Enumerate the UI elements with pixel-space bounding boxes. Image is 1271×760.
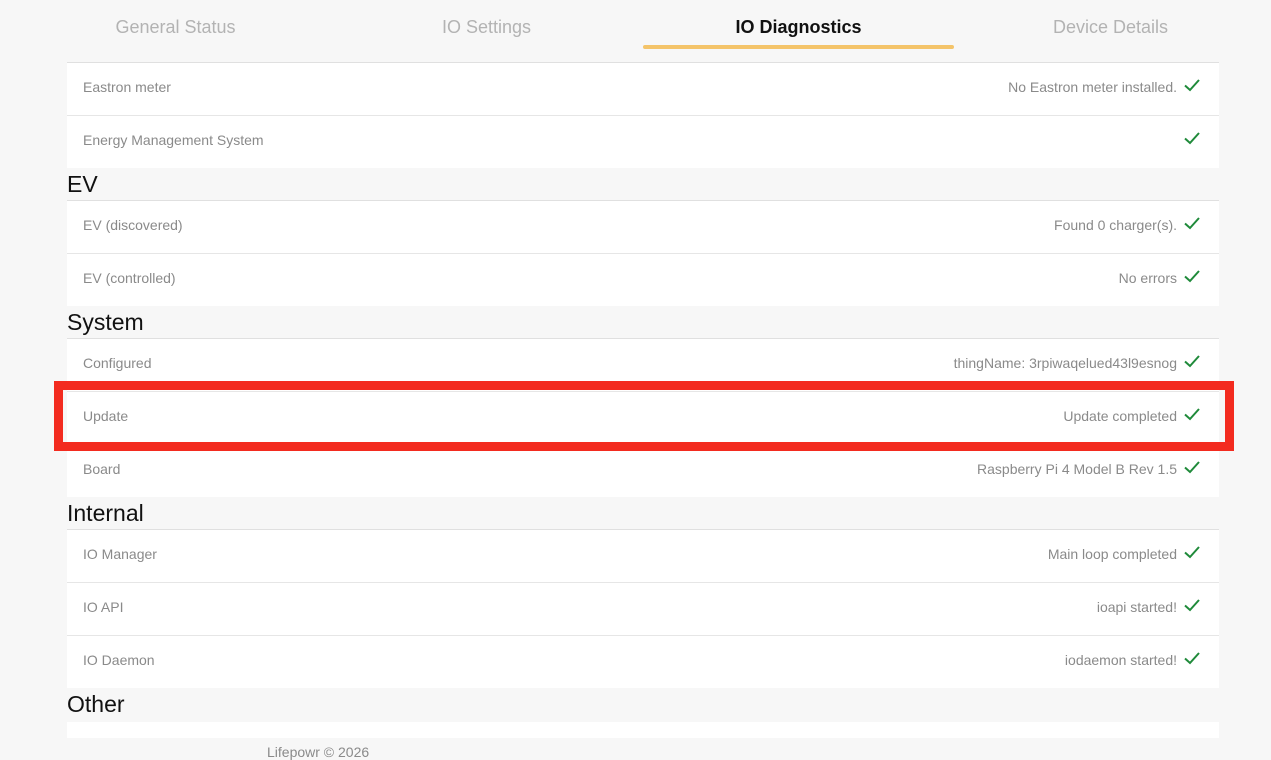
diag-row-ev-discovered: EV (discovered) Found 0 charger(s). [67,200,1219,253]
card-other [67,722,1219,738]
row-status: ioapi started! [1096,599,1177,615]
diagnostics-list: Eastron meter No Eastron meter installed… [67,62,1219,720]
footer-copyright: Lifepowr © 2026 [267,744,370,760]
check-icon [1184,461,1200,474]
tab-io-diagnostics[interactable]: IO Diagnostics [643,0,954,52]
row-status: Raspberry Pi 4 Model B Rev 1.5 [977,461,1177,477]
row-label: IO API [83,599,124,615]
row-status: No Eastron meter installed. [1008,79,1177,95]
diag-row-board: Board Raspberry Pi 4 Model B Rev 1.5 [67,444,1219,497]
check-icon [1184,355,1200,368]
diag-row-configured: Configured thingName: 3rpiwaqelued43l9es… [67,338,1219,391]
check-icon [1184,408,1200,421]
card-top: Eastron meter No Eastron meter installed… [67,62,1219,168]
row-status: Main loop completed [1047,546,1177,562]
row-label: IO Manager [83,546,157,562]
diag-row-io-daemon: IO Daemon iodaemon started! [67,635,1219,688]
section-title-ev: EV [67,171,98,197]
row-status: Found 0 charger(s). [1054,217,1177,233]
check-icon [1184,132,1200,145]
row-label: Configured [83,355,152,371]
row-label: Energy Management System [83,132,264,148]
row-label: Eastron meter [83,79,171,95]
tab-device-details[interactable]: Device Details [955,0,1266,52]
section-title-other: Other [67,691,125,717]
row-label: Update [83,408,129,424]
tab-bar: General Status IO Settings IO Diagnostic… [0,0,1271,52]
row-status: Update completed [1063,408,1177,424]
check-icon [1184,546,1200,559]
tab-io-settings[interactable]: IO Settings [331,0,642,52]
diag-row-io-manager: IO Manager Main loop completed [67,529,1219,582]
row-status: iodaemon started! [1064,652,1177,668]
diag-row-eastron-meter: Eastron meter No Eastron meter installed… [67,62,1219,115]
row-label: IO Daemon [83,652,155,668]
card-ev: EV (discovered) Found 0 charger(s). EV (… [67,200,1219,306]
tab-general-status[interactable]: General Status [20,0,331,52]
row-label: EV (controlled) [83,270,176,286]
check-icon [1184,217,1200,230]
check-icon [1184,270,1200,283]
check-icon [1184,79,1200,92]
diag-row-energy-management-system: Energy Management System [67,115,1219,168]
diag-row-io-api: IO API ioapi started! [67,582,1219,635]
section-title-system: System [67,309,144,335]
diag-row-ev-controlled: EV (controlled) No errors [67,253,1219,306]
section-title-internal: Internal [67,500,144,526]
check-icon [1184,652,1200,665]
row-label: Board [83,461,121,477]
check-icon [1184,599,1200,612]
card-internal: IO Manager Main loop completed IO API io… [67,529,1219,688]
row-status: thingName: 3rpiwaqelued43l9esnog [953,355,1177,371]
diag-row-update: Update Update completed [67,391,1219,444]
card-system: Configured thingName: 3rpiwaqelued43l9es… [67,338,1219,497]
row-label: EV (discovered) [83,217,183,233]
row-status: No errors [1118,270,1177,286]
